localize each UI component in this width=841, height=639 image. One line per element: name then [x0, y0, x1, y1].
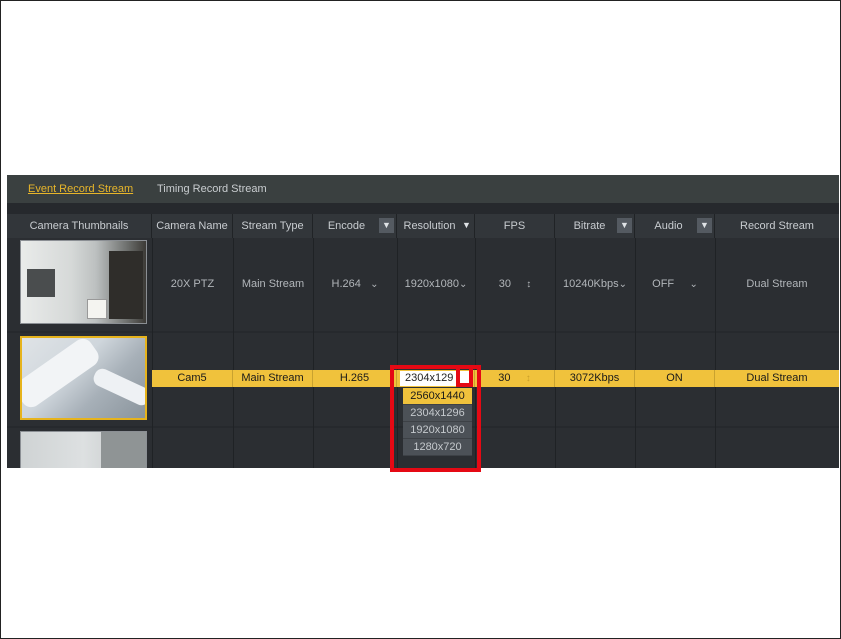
header-camera-name: Camera Name	[152, 214, 233, 238]
camera-name: 20X PTZ	[170, 278, 215, 290]
audio-select[interactable]: ON	[635, 370, 715, 387]
column-divider	[475, 238, 476, 468]
encode-select[interactable]: H.265	[313, 370, 397, 387]
header-resolution[interactable]: Resolution ▼	[397, 214, 475, 238]
thumbnail-cable	[22, 338, 103, 412]
column-divider	[397, 238, 398, 468]
chevron-down-icon[interactable]: ▼	[617, 218, 632, 233]
header-audio[interactable]: Audio ▼	[635, 214, 715, 238]
header-fps: FPS	[475, 214, 555, 238]
chevron-down-icon[interactable]: ▼	[379, 218, 394, 233]
header-stream-type: Stream Type	[233, 214, 313, 238]
dropdown-option[interactable]: 2304x1296	[403, 405, 472, 422]
up-down-stepper-icon[interactable]: ↕	[526, 373, 531, 384]
bitrate-select[interactable]: 10240Kbps⌄	[555, 278, 635, 290]
chevron-down-icon: ⌄	[689, 279, 698, 290]
fps-stepper[interactable]: 30 ↕	[475, 278, 555, 290]
resolution-select-open[interactable]: 2304x129	[400, 371, 472, 386]
resolution-dropdown-list: 2560x1440 2304x1296 1920x1080 1280x720	[403, 388, 472, 456]
chevron-down-icon: ⌄	[459, 279, 468, 290]
column-divider	[715, 238, 716, 468]
encode-select[interactable]: H.264 ⌄	[313, 278, 397, 290]
table-header: Camera Thumbnails Camera Name Stream Typ…	[7, 214, 839, 238]
column-divider	[555, 238, 556, 468]
thumbnail-wall	[101, 432, 146, 468]
dropdown-option[interactable]: 2560x1440	[403, 388, 472, 405]
chevron-down-icon: ⌄	[618, 279, 628, 290]
up-down-stepper-icon[interactable]: ↕	[526, 279, 531, 290]
thumbnail-sign	[87, 299, 107, 319]
camera-thumbnail[interactable]	[20, 240, 147, 324]
bitrate-select[interactable]: 3072Kbps	[555, 370, 635, 387]
camera-thumbnail[interactable]	[20, 431, 147, 468]
column-divider	[152, 238, 153, 468]
chevron-down-icon: ⌄	[370, 279, 379, 290]
header-encode[interactable]: Encode ▼	[313, 214, 397, 238]
thumbnail-window	[27, 269, 55, 297]
dropdown-option[interactable]: 1280x720	[403, 439, 472, 456]
resolution-select[interactable]: 1920x1080⌄	[397, 278, 475, 290]
camera-name: Cam5	[152, 370, 233, 387]
dropdown-option[interactable]: 1920x1080	[403, 422, 472, 439]
record-stream: Dual Stream	[746, 372, 808, 384]
thumbnail-door	[109, 251, 143, 319]
tab-timing-record-stream[interactable]: Timing Record Stream	[157, 183, 267, 195]
chevron-down-icon[interactable]: ▼	[459, 218, 474, 233]
stream-type: Main Stream	[233, 370, 313, 387]
audio-select[interactable]: OFF ⌄	[635, 278, 715, 290]
tab-bar: Event Record Stream Timing Record Stream	[7, 175, 839, 203]
thumbnail-cable	[91, 366, 145, 408]
header-camera-thumbnails: Camera Thumbnails	[7, 214, 152, 238]
selected-row-bar[interactable]: Cam5 Main Stream H.265 30 ↕ 3072Kbps ON …	[152, 370, 839, 387]
column-divider	[233, 238, 234, 468]
chevron-down-icon[interactable]: ▼	[697, 218, 712, 233]
header-bitrate[interactable]: Bitrate ▼	[555, 214, 635, 238]
fps-stepper[interactable]: 30 ↕	[475, 370, 555, 387]
column-divider	[635, 238, 636, 468]
record-settings-panel: Event Record Stream Timing Record Stream…	[7, 175, 839, 468]
column-divider	[313, 238, 314, 468]
tab-event-record-stream[interactable]: Event Record Stream	[28, 183, 133, 195]
record-stream: Dual Stream	[746, 278, 808, 290]
header-record-stream: Record Stream	[740, 220, 814, 232]
camera-thumbnail[interactable]	[20, 336, 147, 420]
stream-type: Main Stream	[241, 278, 305, 290]
